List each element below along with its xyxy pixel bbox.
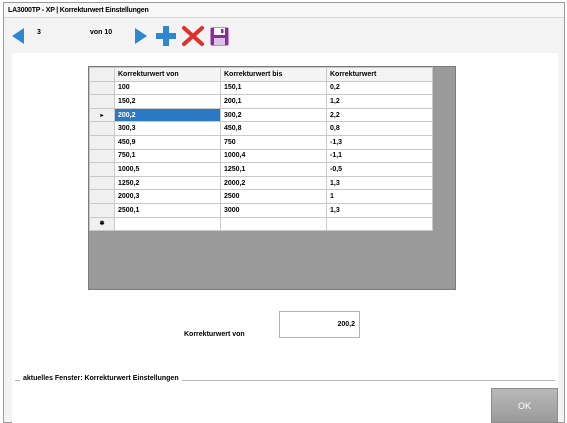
korrekturwert-von-input[interactable]	[279, 311, 360, 338]
cell-korrekturwert-von[interactable]: 1250,2	[114, 175, 221, 191]
ok-button[interactable]: OK	[491, 388, 558, 423]
row-header[interactable]	[89, 189, 115, 204]
table-row[interactable]: 1000,5 1250,1 -0,5	[89, 162, 433, 177]
cell-korrekturwert-von[interactable]: 2500,1	[114, 202, 221, 218]
record-number: 3	[37, 29, 41, 36]
cell-new-korrekturwert-von[interactable]	[114, 216, 221, 232]
row-header[interactable]	[89, 94, 115, 109]
record-count-label: von 10	[90, 29, 113, 36]
main-window: LA3000TP - XP | Korrekturwert Einstellun…	[3, 2, 565, 423]
cell-korrekturwert-bis[interactable]: 200,1	[220, 94, 327, 109]
table-row[interactable]: 750,1 1000,4 -1,1	[89, 148, 433, 164]
cell-korrekturwert[interactable]: 1,3	[326, 202, 433, 218]
cell-korrekturwert-bis[interactable]: 2000,2	[220, 175, 327, 191]
cell-korrekturwert[interactable]: -1,1	[326, 148, 433, 164]
cell-korrekturwert[interactable]: 1	[326, 189, 433, 204]
cell-korrekturwert[interactable]: -1,3	[326, 134, 433, 150]
row-header[interactable]	[89, 134, 115, 150]
table-row[interactable]: 2000,3 2500 1	[89, 189, 433, 204]
cell-new-korrekturwert-bis[interactable]	[220, 216, 327, 232]
row-header[interactable]	[89, 148, 115, 164]
cell-korrekturwert-von[interactable]: 450,9	[114, 134, 221, 150]
cell-korrekturwert-von[interactable]: 200,2	[114, 107, 221, 123]
new-row-asterisk-icon[interactable]: ✱	[89, 216, 115, 232]
row-header-corner	[89, 67, 115, 82]
cell-korrekturwert-von[interactable]: 300,3	[114, 121, 221, 136]
arrow-left-icon[interactable]	[12, 28, 24, 44]
cell-korrekturwert[interactable]: 1,2	[326, 94, 433, 109]
cell-korrekturwert[interactable]: 0,2	[326, 80, 433, 96]
table-row-selected[interactable]: ▸ 200,2 300,2 2,2	[89, 107, 433, 123]
table-row[interactable]: 450,9 750 -1,3	[89, 134, 433, 150]
row-header[interactable]	[89, 121, 115, 136]
row-header[interactable]	[89, 80, 115, 96]
cell-korrekturwert[interactable]: 1,3	[326, 175, 433, 191]
content-area: Korrekturwert von Korrekturwert bis Korr…	[12, 53, 558, 423]
new-row[interactable]: ✱	[89, 216, 433, 232]
cell-korrekturwert-bis[interactable]: 1250,1	[220, 162, 327, 177]
table-row[interactable]: 300,3 450,8 0,8	[89, 121, 433, 136]
cell-korrekturwert-bis[interactable]: 1000,4	[220, 148, 327, 164]
cell-korrekturwert-bis[interactable]: 2500	[220, 189, 327, 204]
table-header-row: Korrekturwert von Korrekturwert bis Korr…	[89, 67, 433, 82]
cell-korrekturwert-von[interactable]: 1000,5	[114, 162, 221, 177]
table-row[interactable]: 1250,2 2000,2 1,3	[89, 175, 433, 191]
column-header-korrekturwert-bis[interactable]: Korrekturwert bis	[220, 67, 327, 82]
cell-korrekturwert-bis[interactable]: 150,1	[220, 80, 327, 96]
cell-korrekturwert-bis[interactable]: 300,2	[220, 107, 327, 123]
cell-korrekturwert-bis[interactable]: 750	[220, 134, 327, 150]
current-row-marker-icon[interactable]: ▸	[89, 107, 115, 123]
correction-values-table: Korrekturwert von Korrekturwert bis Korr…	[89, 67, 433, 232]
toolbar: 3 von 10	[4, 19, 564, 51]
cell-korrekturwert[interactable]: 0,8	[326, 121, 433, 136]
current-window-caption: aktuelles Fenster: Korrekturwert Einstel…	[20, 375, 182, 382]
cell-korrekturwert-von[interactable]: 100	[114, 80, 221, 96]
window-title: LA3000TP - XP | Korrekturwert Einstellun…	[4, 3, 564, 18]
row-header[interactable]	[89, 202, 115, 218]
korrekturwert-von-label: Korrekturwert von	[184, 331, 245, 338]
table-row[interactable]: 100 150,1 0,2	[89, 80, 433, 96]
cell-korrekturwert-von[interactable]: 750,1	[114, 148, 221, 164]
plus-icon[interactable]	[156, 26, 176, 46]
cell-korrekturwert[interactable]: -0,5	[326, 162, 433, 177]
floppy-disk-icon[interactable]	[210, 27, 229, 46]
cell-korrekturwert-bis[interactable]: 3000	[220, 202, 327, 218]
arrow-right-icon[interactable]	[135, 28, 147, 44]
correction-values-grid: Korrekturwert von Korrekturwert bis Korr…	[88, 66, 456, 290]
column-header-korrekturwert-von[interactable]: Korrekturwert von	[114, 67, 221, 82]
cell-korrekturwert[interactable]: 2,2	[326, 107, 433, 123]
column-header-korrekturwert[interactable]: Korrekturwert	[326, 67, 433, 82]
cell-new-korrekturwert[interactable]	[326, 216, 433, 232]
x-icon[interactable]	[181, 25, 205, 47]
row-header[interactable]	[89, 162, 115, 177]
table-row[interactable]: 150,2 200,1 1,2	[89, 94, 433, 109]
cell-korrekturwert-von[interactable]: 150,2	[114, 94, 221, 109]
cell-korrekturwert-von[interactable]: 2000,3	[114, 189, 221, 204]
cell-korrekturwert-bis[interactable]: 450,8	[220, 121, 327, 136]
row-header[interactable]	[89, 175, 115, 191]
table-row[interactable]: 2500,1 3000 1,3	[89, 202, 433, 218]
